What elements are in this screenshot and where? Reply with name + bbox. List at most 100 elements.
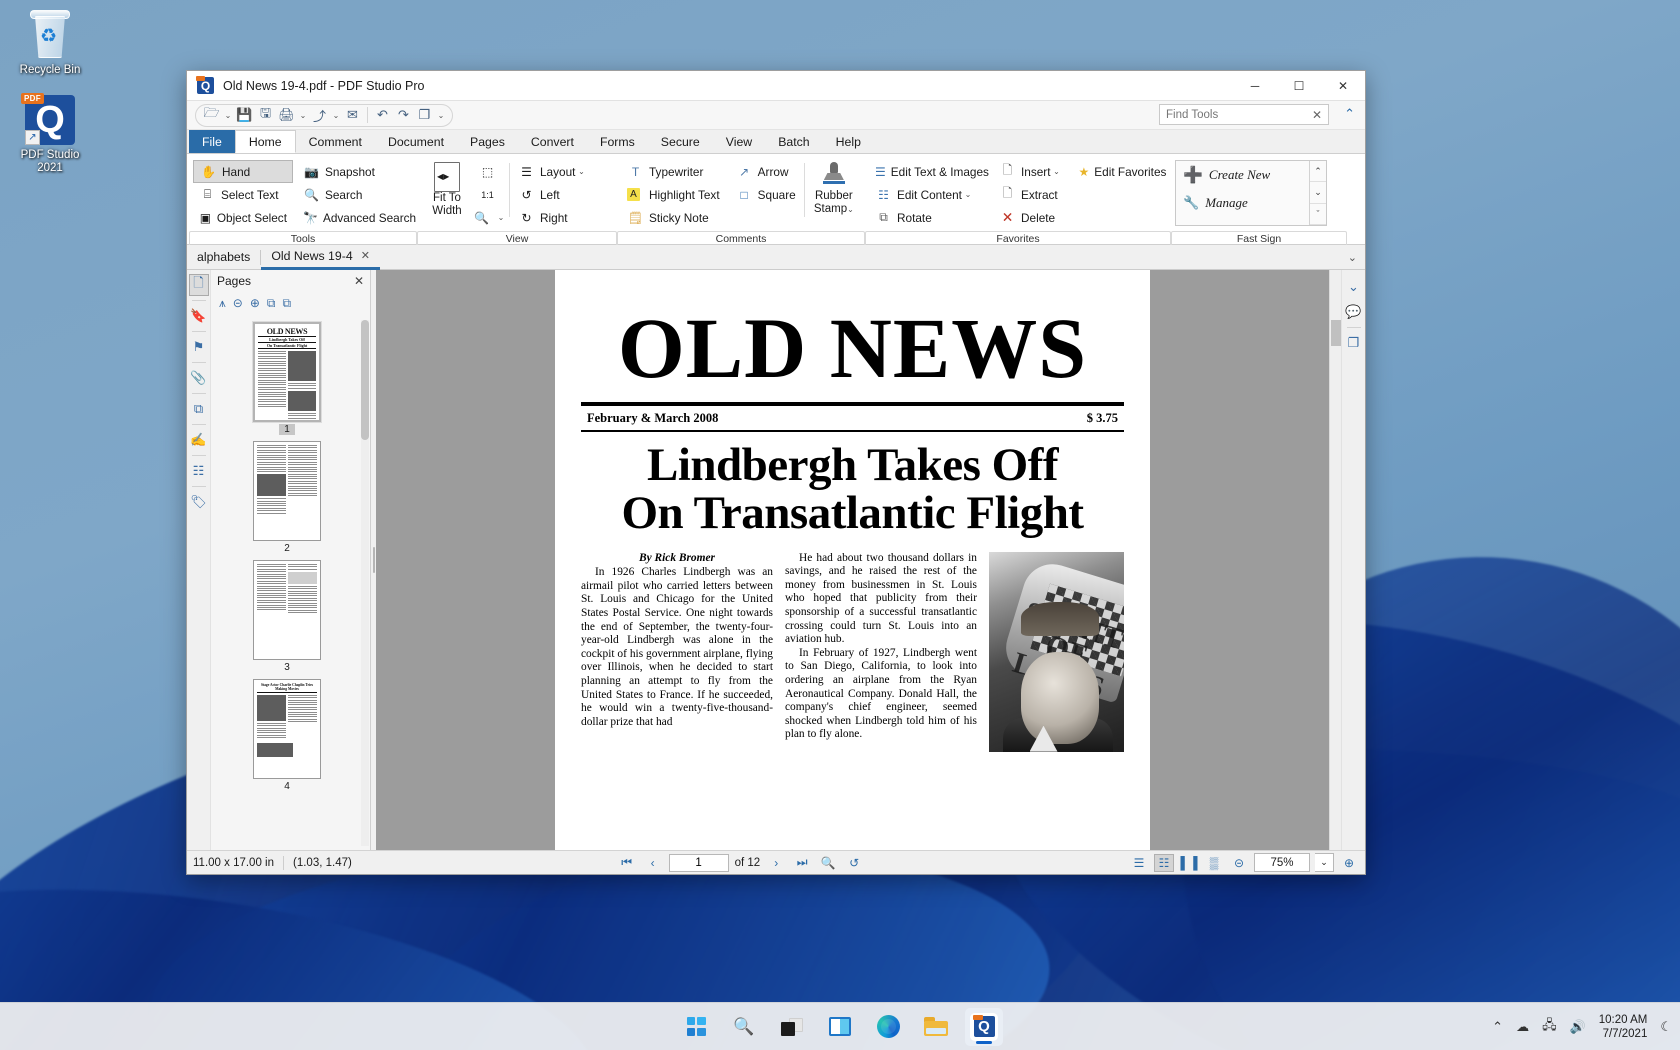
cloud-icon[interactable]: ☁ [1516, 1019, 1529, 1035]
clock[interactable]: 10:20 AM 7/7/2021 [1599, 1013, 1648, 1041]
thumbnail-page-2[interactable] [253, 441, 321, 541]
next-page-button[interactable]: › [766, 854, 786, 872]
tray-overflow-icon[interactable]: ⌃ [1492, 1019, 1503, 1035]
minimize-button[interactable]: ─ [1233, 71, 1277, 101]
thumbnail-item[interactable]: OLD NEWS Lindbergh Takes Off On Transatl… [211, 321, 363, 435]
scan-dropdown-caret[interactable]: ⌄ [330, 111, 342, 120]
rotate-right-button[interactable]: ↻ Right [512, 206, 608, 229]
thumbnail-page-4[interactable]: Stage Actor Charlie Chaplin Tries Making… [253, 679, 321, 779]
start-button[interactable] [677, 1008, 715, 1046]
preflight-dropdown-caret[interactable]: ⌄ [435, 111, 447, 120]
rotate-pages-button[interactable]: ⧉ Rotate [869, 206, 993, 229]
desktop-icon-recycle-bin[interactable]: ♻ Recycle Bin [4, 8, 96, 77]
tab-forms[interactable]: Forms [587, 130, 648, 153]
previous-view-button[interactable]: 🔍 [818, 854, 838, 872]
volume-icon[interactable]: 🔊 [1570, 1019, 1586, 1035]
task-view-button[interactable] [773, 1008, 811, 1046]
pdf-viewer[interactable]: OLD NEWS February & March 2008 $ 3.75 Li… [376, 270, 1329, 850]
save-as-icon[interactable]: 🖫 [255, 105, 276, 126]
comment-sticky-note[interactable]: 🗒 Sticky Note [621, 206, 730, 229]
desktop-icon-pdf-studio[interactable]: PDF Q ↗ PDF Studio 2021 [4, 93, 96, 175]
doctab-alphabets[interactable]: alphabets [187, 245, 260, 270]
search-button[interactable]: 🔍 [725, 1008, 763, 1046]
close-button[interactable]: ✕ [1321, 71, 1365, 101]
comment-arrow[interactable]: ↗ Arrow [730, 160, 802, 183]
thumbnail-settings-icon[interactable]: ⩚ [219, 296, 226, 311]
tool-snapshot[interactable]: 📷 Snapshot [297, 160, 419, 183]
notifications-icon[interactable]: ☾ [1660, 1019, 1672, 1035]
facing-mode-icon[interactable]: ▌▐ [1179, 854, 1199, 872]
print-icon[interactable]: 🖨 [276, 105, 297, 126]
destinations-icon[interactable]: 🏷 [189, 491, 209, 513]
comment-square[interactable]: □ Square [730, 183, 802, 206]
tool-select-text[interactable]: ⌸ Select Text [193, 183, 293, 206]
comments-panel-icon[interactable]: 💬 [1344, 301, 1364, 323]
page-number-input[interactable] [668, 853, 729, 872]
edit-text-images-button[interactable]: ☰ Edit Text & Images [869, 160, 993, 183]
tool-search[interactable]: 🔍 Search [297, 183, 419, 206]
thumbnail-item[interactable]: Stage Actor Charlie Chaplin Tries Making… [211, 679, 363, 792]
last-page-button[interactable]: ⏭ [792, 854, 812, 872]
thumbnail-item[interactable]: 2 [211, 441, 363, 554]
rotate-left-button[interactable]: ↺ Left [512, 183, 608, 206]
insert-caret[interactable]: ⌄ [1051, 167, 1063, 176]
zoom-dropdown-caret[interactable]: ⌄ [495, 213, 507, 222]
tab-comment[interactable]: Comment [296, 130, 375, 153]
tab-home[interactable]: Home [234, 130, 296, 153]
thumbnail-page-3[interactable] [253, 560, 321, 660]
thumbnail-scrollbar[interactable] [361, 320, 369, 846]
pdf-studio-taskbar-button[interactable] [965, 1007, 1003, 1046]
fast-sign-scroll-down[interactable]: ⌄ [1310, 182, 1326, 204]
viewer-vertical-scrollbar[interactable] [1329, 270, 1341, 850]
edit-content-caret[interactable]: ⌄ [962, 190, 974, 199]
next-view-button[interactable]: ↺ [844, 854, 864, 872]
fit-to-width-button[interactable]: Fit To Width [421, 160, 473, 231]
tab-help[interactable]: Help [823, 130, 874, 153]
find-tools-input[interactable] [1166, 108, 1310, 121]
single-page-mode-icon[interactable]: ☰ [1129, 854, 1149, 872]
fast-sign-create-new[interactable]: ➕ Create New [1176, 161, 1326, 189]
content-icon[interactable]: ☷ [189, 460, 209, 482]
tab-secure[interactable]: Secure [648, 130, 713, 153]
extract-button[interactable]: 🗋 Extract [993, 183, 1069, 206]
layers-panel-icon[interactable]: ❐ [1344, 332, 1364, 354]
find-tools-box[interactable]: ✕ [1159, 104, 1329, 125]
layers-icon[interactable]: ⧉ [189, 398, 209, 420]
previous-page-button[interactable]: ‹ [643, 854, 663, 872]
fast-sign-scroll-more[interactable]: ˇ [1310, 204, 1326, 225]
zoom-button[interactable]: 🔍 ⌄ [473, 206, 507, 229]
tool-hand[interactable]: ✋ Hand [193, 160, 293, 183]
comment-highlight-text[interactable]: A Highlight Text [621, 183, 730, 206]
open-icon[interactable]: 🗁 [201, 105, 222, 126]
collapse-right-panel-icon[interactable]: ⌄ [1344, 276, 1364, 298]
tab-document[interactable]: Document [375, 130, 457, 153]
tab-pages[interactable]: Pages [457, 130, 518, 153]
layout-dropdown-caret[interactable]: ⌄ [575, 167, 587, 176]
thumbnail-page-1[interactable]: OLD NEWS Lindbergh Takes Off On Transatl… [252, 321, 322, 423]
delete-button[interactable]: 🗙 Delete [993, 206, 1069, 229]
signatures-icon[interactable]: ✍ [189, 429, 209, 451]
preflight-icon[interactable]: ❐ [414, 105, 435, 126]
open-dropdown-caret[interactable]: ⌄ [222, 111, 234, 120]
save-icon[interactable]: 💾 [234, 105, 255, 126]
file-explorer-button[interactable] [917, 1008, 955, 1046]
scan-icon[interactable]: ⤴ [309, 105, 330, 126]
collapse-ribbon-icon[interactable]: ⌃ [1344, 106, 1355, 122]
first-page-button[interactable]: ⏮ [617, 854, 637, 872]
tab-file[interactable]: File [189, 130, 235, 153]
tab-convert[interactable]: Convert [518, 130, 587, 153]
comment-typewriter[interactable]: T Typewriter [621, 160, 730, 183]
chevron-down-icon[interactable]: ⌄ [1348, 251, 1357, 264]
email-icon[interactable]: ✉ [342, 105, 363, 126]
zoom-in-icon[interactable]: ⊕ [250, 296, 260, 310]
rotate-left-pages-icon[interactable]: ⧉ [267, 296, 276, 311]
tool-object-select[interactable]: ▣ Object Select [193, 206, 293, 229]
widgets-button[interactable] [821, 1008, 859, 1046]
redo-icon[interactable]: ↷ [393, 105, 414, 126]
pages-panel-icon[interactable]: 🗋 [188, 274, 209, 296]
print-dropdown-caret[interactable]: ⌄ [297, 111, 309, 120]
zoom-out-button[interactable]: ⊝ [1229, 854, 1249, 872]
zoom-dropdown-caret[interactable]: ⌄ [1315, 853, 1334, 872]
insert-button[interactable]: 🗋 Insert ⌄ [993, 160, 1069, 183]
tool-advanced-search[interactable]: 🔭 Advanced Search [297, 206, 419, 229]
